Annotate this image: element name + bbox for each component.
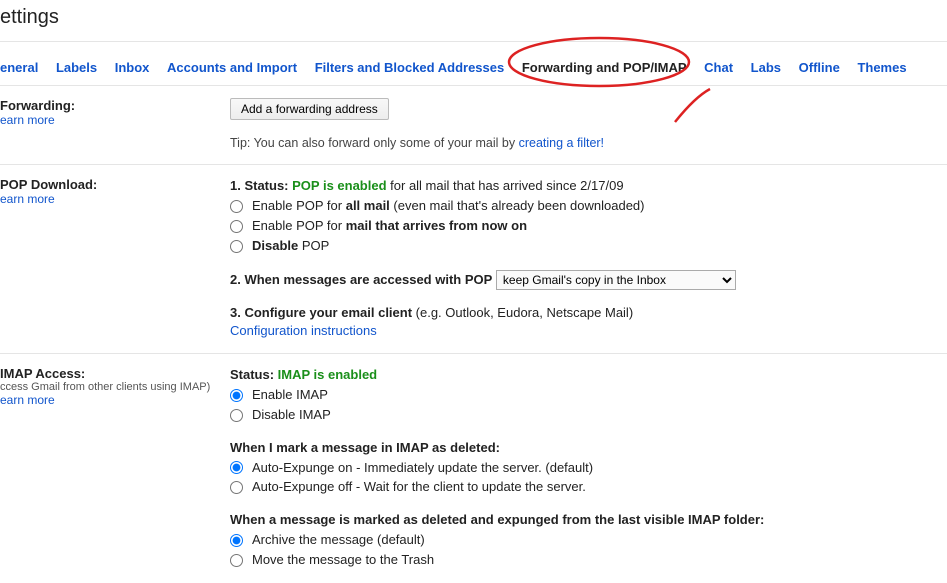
pop-enable-all-prefix: Enable POP for bbox=[252, 198, 346, 213]
section-forwarding: Forwarding: earn more Add a forwarding a… bbox=[0, 86, 947, 165]
imap-label: IMAP Access: bbox=[0, 366, 230, 381]
imap-learn-more[interactable]: earn more bbox=[0, 393, 230, 407]
pop-config-instructions-link[interactable]: Configuration instructions bbox=[230, 322, 947, 341]
pop-status-value: POP is enabled bbox=[292, 178, 386, 193]
settings-tabs: eneral Labels Inbox Accounts and Import … bbox=[0, 42, 947, 86]
imap-disable-suffix: IMAP bbox=[295, 407, 330, 422]
pop-disable-suffix: POP bbox=[298, 238, 329, 253]
tab-forwarding-pop-imap[interactable]: Forwarding and POP/IMAP bbox=[522, 60, 687, 75]
tab-chat[interactable]: Chat bbox=[704, 60, 733, 75]
imap-expunge-off-text: Auto-Expunge off - Wait for the client t… bbox=[252, 478, 586, 497]
imap-archive-radio[interactable] bbox=[230, 534, 243, 547]
imap-enable-prefix: Enable bbox=[252, 387, 292, 402]
section-pop: POP Download: earn more 1. Status: POP i… bbox=[0, 165, 947, 354]
tab-labels[interactable]: Labels bbox=[56, 60, 97, 75]
tab-labs[interactable]: Labs bbox=[751, 60, 781, 75]
pop-access-label: 2. When messages are accessed with POP bbox=[230, 272, 492, 287]
tab-inbox[interactable]: Inbox bbox=[115, 60, 150, 75]
pop-enable-all-radio[interactable] bbox=[230, 200, 243, 213]
pop-enable-all-bold: all mail bbox=[346, 198, 390, 213]
create-filter-link[interactable]: creating a filter! bbox=[519, 136, 604, 150]
imap-expunge-on-text: Auto-Expunge on - Immediately update the… bbox=[252, 459, 593, 478]
imap-disable-radio[interactable] bbox=[230, 409, 243, 422]
imap-disable-prefix: Disable bbox=[252, 407, 295, 422]
pop-access-select[interactable]: keep Gmail's copy in the Inbox bbox=[496, 270, 736, 290]
imap-sub: ccess Gmail from other clients using IMA… bbox=[0, 381, 230, 393]
pop-status-suffix: for all mail that has arrived since 2/17… bbox=[387, 178, 624, 193]
pop-enable-now-bold: mail that arrives from now on bbox=[346, 218, 527, 233]
imap-trash-text: Move the message to the Trash bbox=[252, 551, 434, 570]
tab-themes[interactable]: Themes bbox=[857, 60, 906, 75]
tab-general[interactable]: eneral bbox=[0, 60, 38, 75]
pop-enable-all-suffix: (even mail that's already been downloade… bbox=[390, 198, 645, 213]
pop-enable-now-on-radio[interactable] bbox=[230, 220, 243, 233]
pop-status-prefix: 1. Status: bbox=[230, 178, 292, 193]
page-title: ettings bbox=[0, 0, 947, 42]
section-imap: IMAP Access: ccess Gmail from other clie… bbox=[0, 354, 947, 583]
forwarding-learn-more[interactable]: earn more bbox=[0, 113, 230, 127]
imap-trash-radio[interactable] bbox=[230, 554, 243, 567]
imap-status-value: IMAP is enabled bbox=[278, 367, 377, 382]
pop-learn-more[interactable]: earn more bbox=[0, 192, 230, 206]
add-forwarding-address-button[interactable]: Add a forwarding address bbox=[230, 98, 389, 120]
imap-enable-radio[interactable] bbox=[230, 389, 243, 402]
pop-configure-suffix: (e.g. Outlook, Eudora, Netscape Mail) bbox=[412, 305, 633, 320]
imap-expunge-off-radio[interactable] bbox=[230, 481, 243, 494]
forwarding-label: Forwarding: bbox=[0, 98, 230, 113]
imap-status-prefix: Status: bbox=[230, 367, 278, 382]
tab-filters-blocked[interactable]: Filters and Blocked Addresses bbox=[315, 60, 505, 75]
pop-configure-prefix: 3. Configure your email client bbox=[230, 305, 412, 320]
imap-expunged-label: When a message is marked as deleted and … bbox=[230, 511, 947, 530]
tab-accounts-import[interactable]: Accounts and Import bbox=[167, 60, 297, 75]
pop-label: POP Download: bbox=[0, 177, 230, 192]
tab-offline[interactable]: Offline bbox=[799, 60, 840, 75]
imap-expunge-on-radio[interactable] bbox=[230, 461, 243, 474]
pop-disable-radio[interactable] bbox=[230, 240, 243, 253]
imap-enable-suffix: IMAP bbox=[292, 387, 327, 402]
pop-disable-bold: Disable bbox=[252, 238, 298, 253]
imap-archive-text: Archive the message (default) bbox=[252, 531, 425, 550]
forwarding-tip-text: Tip: You can also forward only some of y… bbox=[230, 136, 519, 150]
imap-mark-deleted-label: When I mark a message in IMAP as deleted… bbox=[230, 439, 947, 458]
pop-enable-now-prefix: Enable POP for bbox=[252, 218, 346, 233]
